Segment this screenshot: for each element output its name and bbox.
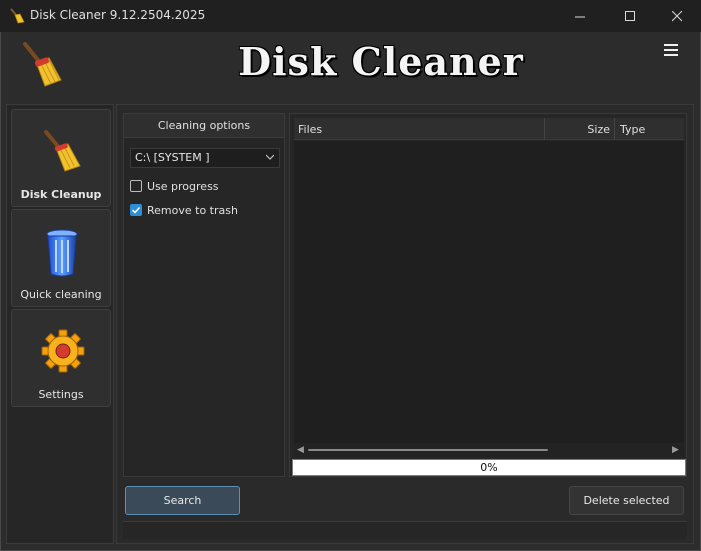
column-header-type[interactable]: Type	[620, 123, 645, 136]
column-header-size[interactable]: Size	[586, 123, 610, 136]
gear-icon	[41, 329, 85, 373]
broom-icon	[10, 8, 25, 24]
trash-bin-icon	[46, 229, 78, 277]
remove-to-trash-label: Remove to trash	[147, 203, 238, 217]
status-bar	[123, 521, 687, 539]
maximize-icon	[624, 10, 635, 21]
use-progress-option[interactable]: Use progress	[130, 178, 219, 194]
window-title: Disk Cleaner 9.12.2504.2025	[30, 8, 206, 22]
column-header-files[interactable]: Files	[298, 123, 322, 136]
sidebar-item-label: Quick cleaning	[20, 288, 102, 301]
close-icon	[671, 10, 682, 21]
scroll-left-icon[interactable]: ◀	[297, 445, 304, 455]
drive-select-value: C:\ [SYSTEM ]	[135, 151, 210, 164]
sidebar-item-label: Settings	[38, 388, 84, 401]
app-title: Disk Cleaner	[238, 39, 524, 84]
column-divider[interactable]	[614, 118, 615, 140]
close-button[interactable]	[654, 0, 700, 32]
file-list-header: Files Size Type	[294, 118, 684, 140]
checkmark-icon	[131, 206, 141, 214]
sidebar: Disk Cleanup Quick cleaning Settings	[6, 104, 114, 544]
sidebar-item-label: Disk Cleanup	[20, 188, 102, 201]
broom-icon	[23, 42, 62, 87]
scrollbar-thumb[interactable]	[308, 449, 548, 451]
minimize-button[interactable]	[557, 0, 603, 32]
progress-text: 0%	[480, 461, 498, 474]
options-header: Cleaning options	[124, 114, 284, 138]
main-panel: Cleaning options C:\ [SYSTEM ] Use progr…	[116, 104, 694, 544]
remove-to-trash-checkbox[interactable]	[130, 204, 142, 216]
progress-bar: 0%	[292, 459, 686, 476]
scroll-right-icon[interactable]: ▶	[672, 445, 679, 455]
delete-selected-button[interactable]: Delete selected	[569, 486, 684, 515]
column-divider[interactable]	[544, 118, 545, 140]
chevron-down-icon	[266, 154, 274, 160]
file-list-panel: Files Size Type ◀ ▶ 0%	[289, 113, 687, 477]
drive-select[interactable]: C:\ [SYSTEM ]	[130, 148, 280, 168]
hamburger-menu-icon[interactable]	[664, 44, 678, 58]
sidebar-item-quick-cleaning[interactable]: Quick cleaning	[11, 209, 111, 307]
cleaning-options-panel: Cleaning options C:\ [SYSTEM ] Use progr…	[123, 113, 285, 477]
search-button[interactable]: Search	[125, 486, 240, 515]
title-bar[interactable]: Disk Cleaner 9.12.2504.2025	[0, 0, 701, 32]
remove-to-trash-option[interactable]: Remove to trash	[130, 202, 238, 218]
sidebar-item-settings[interactable]: Settings	[11, 309, 111, 407]
sidebar-item-disk-cleanup[interactable]: Disk Cleanup	[11, 109, 111, 207]
minimize-icon	[574, 16, 585, 17]
use-progress-label: Use progress	[147, 179, 219, 193]
maximize-button[interactable]	[607, 0, 653, 32]
use-progress-checkbox[interactable]	[130, 180, 142, 192]
file-list-body[interactable]	[294, 141, 684, 443]
horizontal-scrollbar[interactable]: ◀ ▶	[294, 443, 684, 457]
broom-icon	[44, 130, 81, 172]
app-header: Disk Cleaner	[1, 32, 700, 100]
